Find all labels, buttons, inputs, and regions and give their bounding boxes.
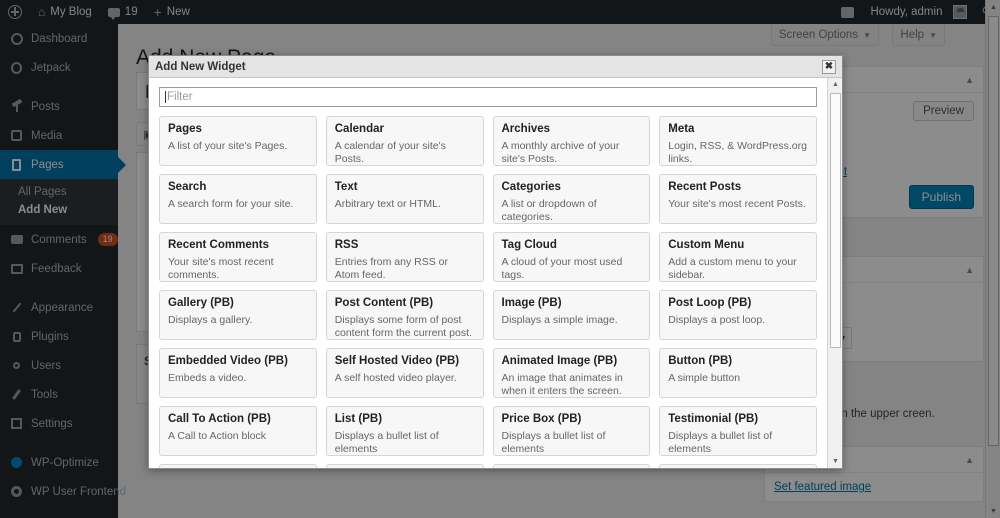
widget-description: Displays a bullet list of elements bbox=[501, 429, 606, 455]
widget-card[interactable]: List (PB) Displays a bullet list of elem… bbox=[325, 406, 484, 456]
chevron-up-icon[interactable]: ▲ bbox=[828, 78, 842, 91]
widget-card[interactable]: Price Box (PB) Displays a bullet list of… bbox=[492, 406, 651, 456]
widget-title: Embedded Video (PB) bbox=[168, 355, 288, 367]
filter-placeholder: Filter bbox=[167, 91, 193, 103]
widget-description: A calendar of your site's Posts. bbox=[334, 139, 446, 165]
widget-card[interactable] bbox=[492, 464, 651, 468]
widget-description: Displays a bullet list of elements bbox=[668, 429, 773, 455]
widget-grid: Pages A list of your site's Pages. Calen… bbox=[159, 116, 817, 468]
widget-card[interactable] bbox=[659, 464, 817, 468]
widget-title: Image (PB) bbox=[501, 297, 562, 309]
widget-card[interactable]: Testimonial (PB) Displays a bullet list … bbox=[659, 406, 817, 456]
widget-title: Custom Menu bbox=[668, 239, 745, 251]
filter-input[interactable]: Filter bbox=[159, 87, 817, 107]
widget-card[interactable] bbox=[159, 464, 317, 468]
modal-title: Add New Widget bbox=[155, 60, 246, 73]
widget-card[interactable]: Button (PB) A simple button bbox=[659, 348, 817, 398]
widget-card[interactable]: Text Arbitrary text or HTML. bbox=[325, 174, 484, 224]
widget-title: Categories bbox=[501, 181, 561, 193]
widget-card[interactable]: Custom Menu Add a custom menu to your si… bbox=[659, 232, 817, 282]
widget-card[interactable]: Recent Posts Your site's most recent Pos… bbox=[659, 174, 817, 224]
widget-title: Animated Image (PB) bbox=[501, 355, 618, 367]
widget-card[interactable]: Recent Comments Your site's most recent … bbox=[159, 232, 317, 282]
widget-card[interactable]: RSS Entries from any RSS or Atom feed. bbox=[325, 232, 484, 282]
modal-titlebar: Add New Widget ✖ bbox=[149, 56, 842, 78]
widget-description: Your site's most recent comments. bbox=[168, 255, 274, 281]
widget-title: Calendar bbox=[334, 123, 384, 135]
widget-description: Your site's most recent Posts. bbox=[668, 197, 806, 210]
widget-card[interactable]: Calendar A calendar of your site's Posts… bbox=[325, 116, 484, 166]
widget-title: Tag Cloud bbox=[501, 239, 557, 251]
modal-body: Filter Pages A list of your site's Pages… bbox=[149, 78, 842, 468]
widget-description: A search form for your site. bbox=[168, 197, 294, 210]
widget-title: List (PB) bbox=[334, 413, 383, 425]
widget-title: Meta bbox=[668, 123, 695, 135]
widget-description: Embeds a video. bbox=[168, 371, 247, 384]
widget-title: Call To Action (PB) bbox=[168, 413, 271, 425]
widget-title: Button (PB) bbox=[668, 355, 733, 367]
widget-description: A self hosted video player. bbox=[334, 371, 457, 384]
widget-description: Arbitrary text or HTML. bbox=[334, 197, 441, 210]
widget-card[interactable]: Post Content (PB) Displays some form of … bbox=[325, 290, 484, 340]
add-new-widget-modal: Add New Widget ✖ Filter Pages A list of … bbox=[148, 55, 843, 469]
widget-card[interactable]: Archives A monthly archive of your site'… bbox=[492, 116, 651, 166]
widget-description: Displays a simple image. bbox=[501, 313, 618, 326]
widget-title: Testimonial (PB) bbox=[668, 413, 759, 425]
widget-card[interactable]: Categories A list or dropdown of categor… bbox=[492, 174, 651, 224]
widget-description: An image that animates in when it enters… bbox=[501, 371, 623, 397]
widget-description: Displays some form of post content form … bbox=[334, 313, 472, 339]
widget-card[interactable]: Animated Image (PB) An image that animat… bbox=[492, 348, 651, 398]
widget-title: RSS bbox=[334, 239, 359, 251]
modal-scrollbar[interactable]: ▲ ▼ bbox=[827, 78, 842, 468]
widget-title: Post Content (PB) bbox=[334, 297, 434, 309]
widget-card[interactable]: Post Loop (PB) Displays a post loop. bbox=[659, 290, 817, 340]
widget-card[interactable]: Search A search form for your site. bbox=[159, 174, 317, 224]
widget-card[interactable]: Image (PB) Displays a simple image. bbox=[492, 290, 651, 340]
widget-title: Post Loop (PB) bbox=[668, 297, 752, 309]
widget-title: Gallery (PB) bbox=[168, 297, 234, 309]
widget-card[interactable]: Call To Action (PB) A Call to Action blo… bbox=[159, 406, 317, 456]
widget-title: Pages bbox=[168, 123, 202, 135]
widget-card[interactable]: Tag Cloud A cloud of your most used tags… bbox=[492, 232, 651, 282]
widget-title: Search bbox=[168, 181, 207, 193]
text-cursor bbox=[165, 91, 166, 103]
widget-description: A simple button bbox=[668, 371, 741, 384]
chevron-down-icon[interactable]: ▼ bbox=[828, 455, 842, 468]
widget-description: A list or dropdown of categories. bbox=[501, 197, 597, 223]
widget-description: Displays a gallery. bbox=[168, 313, 253, 326]
widget-title: Text bbox=[334, 181, 358, 193]
widget-description: A cloud of your most used tags. bbox=[501, 255, 623, 281]
widget-card[interactable]: Gallery (PB) Displays a gallery. bbox=[159, 290, 317, 340]
widget-description: A Call to Action block bbox=[168, 429, 267, 442]
widget-card[interactable] bbox=[325, 464, 484, 468]
modal-scrollbar-thumb[interactable] bbox=[830, 93, 841, 348]
widget-card[interactable]: Pages A list of your site's Pages. bbox=[159, 116, 317, 166]
widget-description: Displays a bullet list of elements bbox=[334, 429, 439, 455]
wordpress-admin-screen: ⌂ My Blog 19 + New Howdy, admin ⚲ Dashbo… bbox=[0, 0, 1000, 518]
widget-description: Displays a post loop. bbox=[668, 313, 766, 326]
widget-description: Entries from any RSS or Atom feed. bbox=[334, 255, 448, 281]
widget-title: Recent Posts bbox=[668, 181, 742, 193]
widget-card[interactable]: Self Hosted Video (PB) A self hosted vid… bbox=[325, 348, 484, 398]
widget-description: Add a custom menu to your sidebar. bbox=[668, 255, 797, 281]
widget-description: Login, RSS, & WordPress.org links. bbox=[668, 139, 807, 165]
widget-title: Archives bbox=[501, 123, 551, 135]
widget-title: Price Box (PB) bbox=[501, 413, 582, 425]
modal-scroll-area: Filter Pages A list of your site's Pages… bbox=[149, 78, 827, 468]
widget-description: A list of your site's Pages. bbox=[168, 139, 288, 152]
widget-card[interactable]: Embedded Video (PB) Embeds a video. bbox=[159, 348, 317, 398]
close-icon[interactable]: ✖ bbox=[822, 59, 836, 74]
widget-title: Self Hosted Video (PB) bbox=[334, 355, 460, 367]
widget-card[interactable]: Meta Login, RSS, & WordPress.org links. bbox=[659, 116, 817, 166]
widget-title: Recent Comments bbox=[168, 239, 269, 251]
widget-description: A monthly archive of your site's Posts. bbox=[501, 139, 620, 165]
